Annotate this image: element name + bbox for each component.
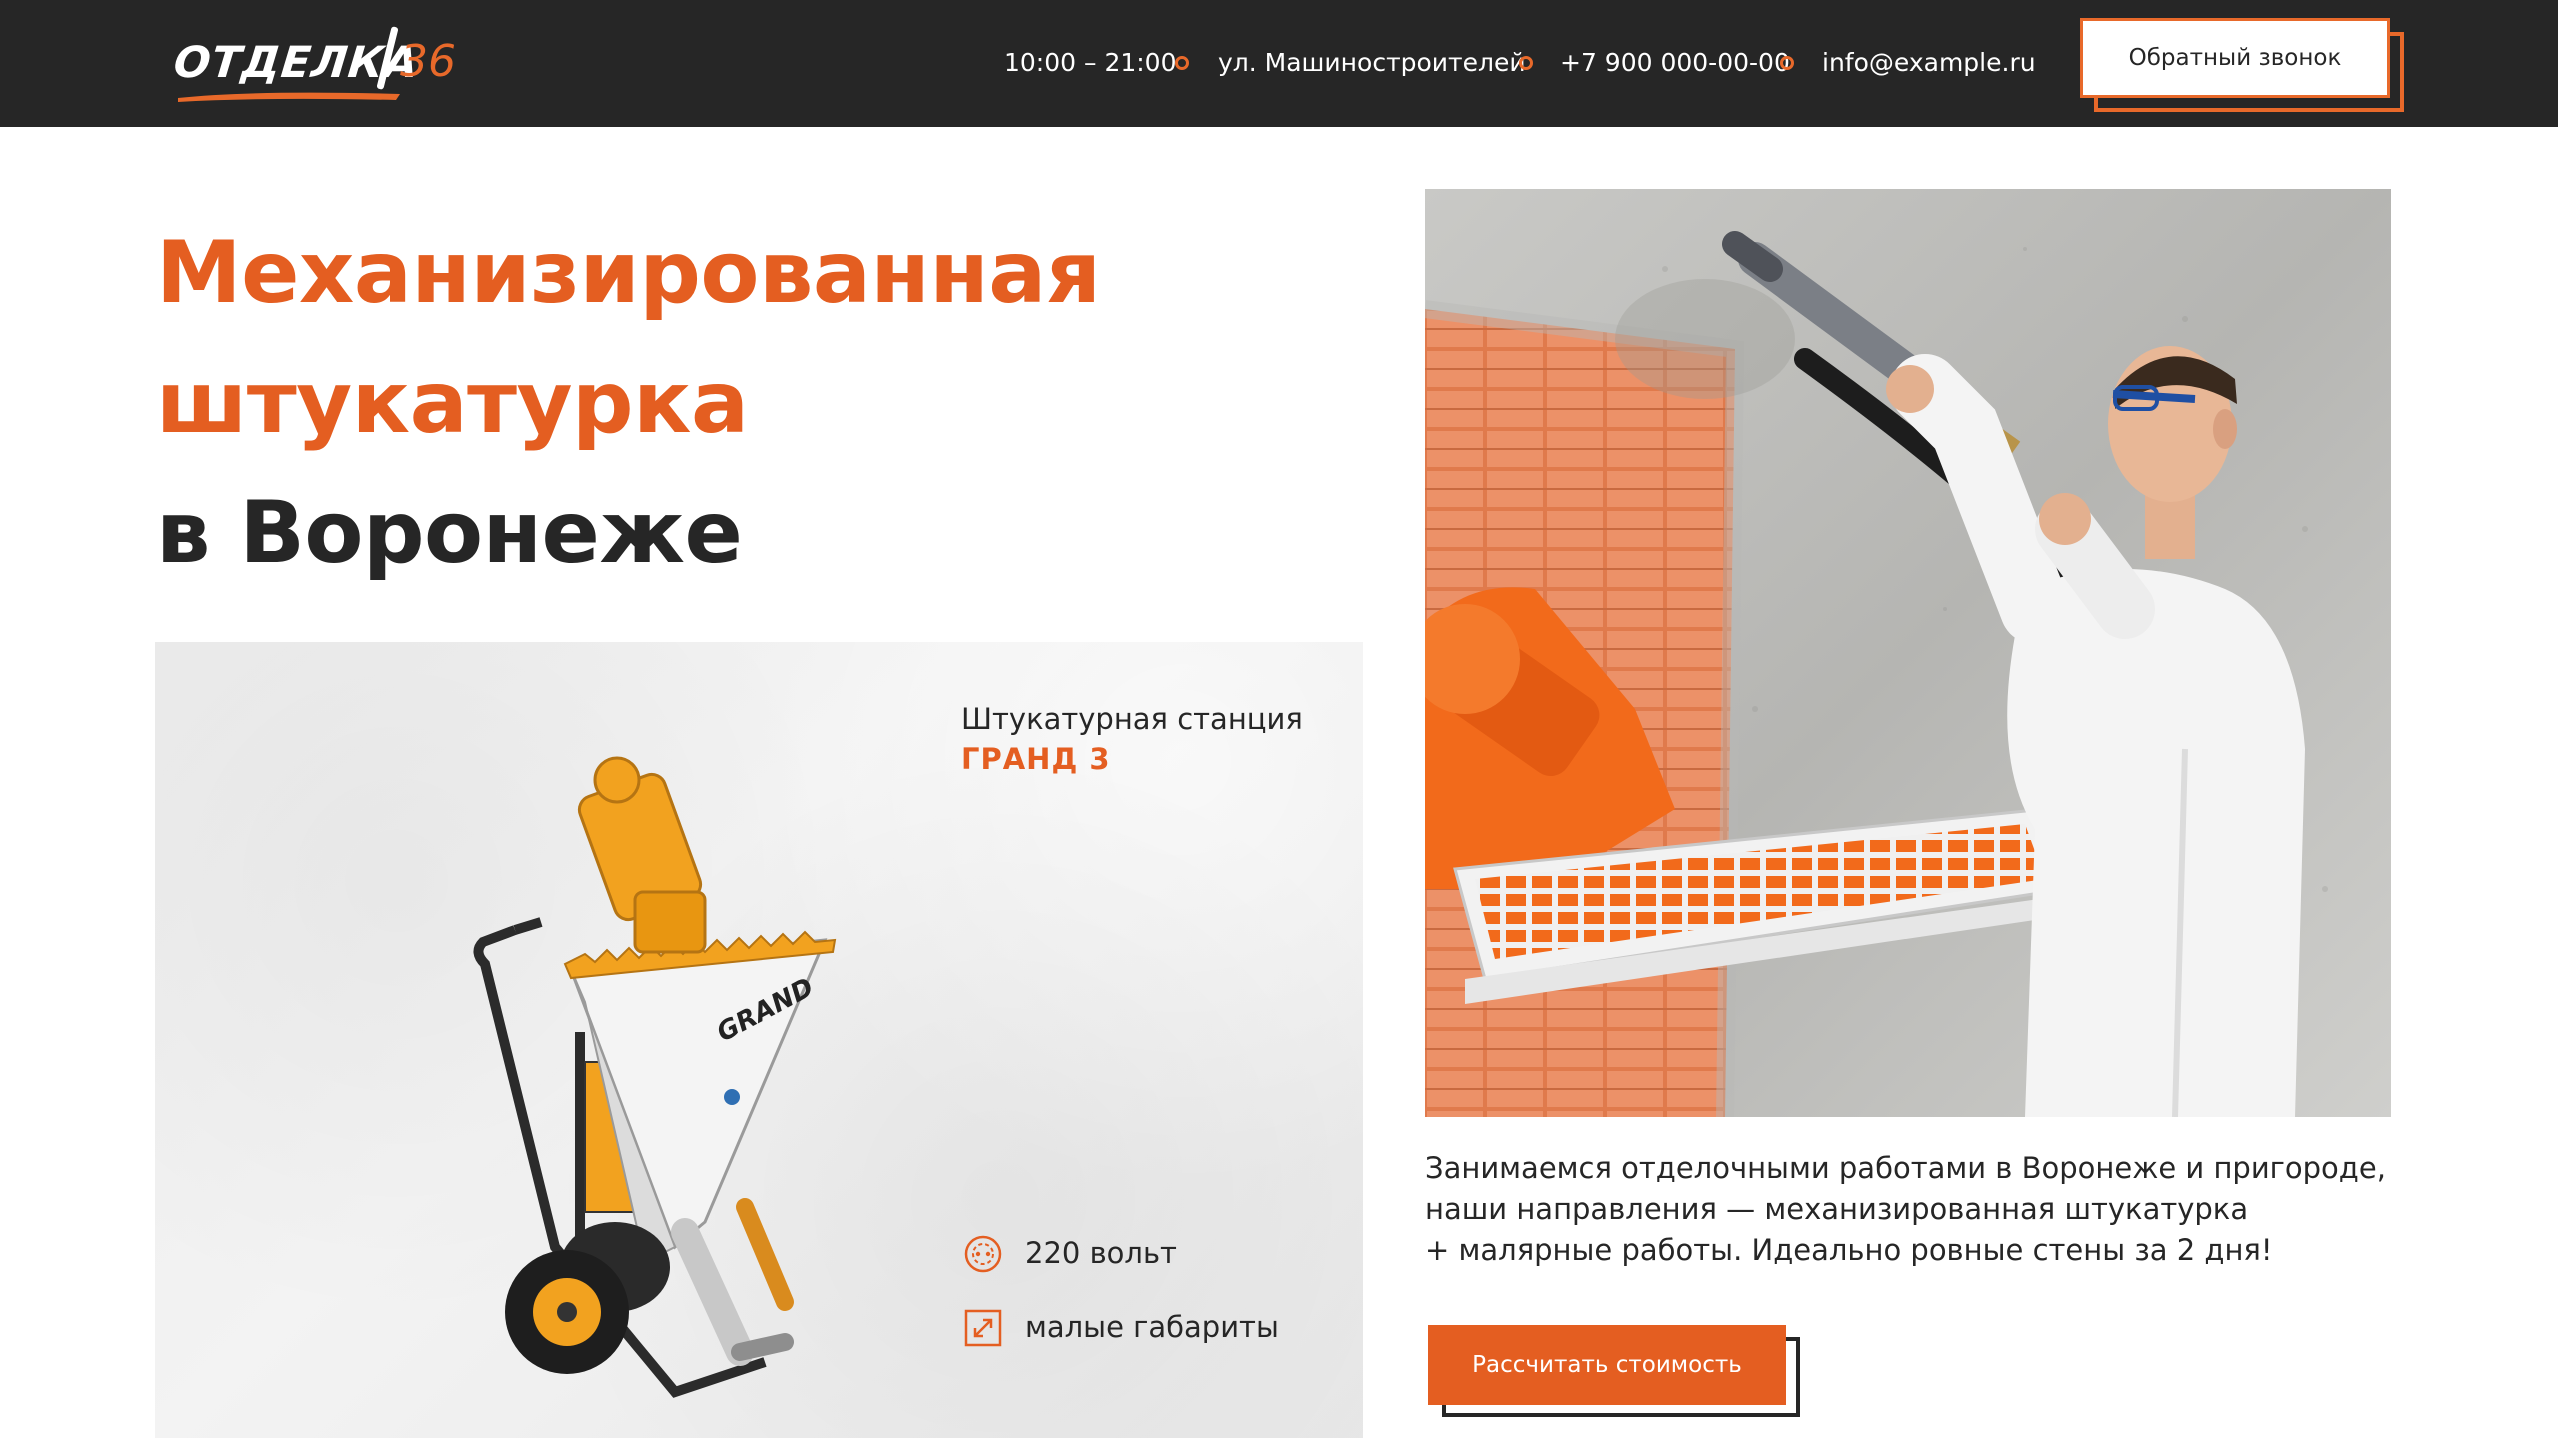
product-subtitle: Штукатурная станция — [961, 702, 1303, 736]
feature-voltage-label: 220 вольт — [1025, 1236, 1177, 1270]
site-logo[interactable]: ОТДЕЛКА 36 — [171, 26, 464, 110]
separator-dot-icon — [1175, 56, 1189, 70]
working-hours: 10:00 – 21:00 — [1004, 48, 1177, 77]
product-card: GRAND Штукатурная станция ГРАНД 3 220 во… — [155, 642, 1363, 1438]
resize-icon — [964, 1309, 1002, 1347]
feature-size-label: малые габариты — [1025, 1310, 1279, 1344]
product-model: ГРАНД 3 — [961, 742, 1111, 776]
callback-button-wrap: Обратный звонок — [2080, 18, 2405, 112]
feature-size: малые габариты — [963, 1306, 1279, 1350]
plastering-machine-image: GRAND — [473, 756, 837, 1398]
address-text: ул. Машиностроителей — [1218, 48, 1526, 77]
about-line-3: + малярные работы. Идеально ровные стены… — [1425, 1233, 2273, 1267]
logo-number: 36 — [400, 36, 456, 87]
page-title: Механизированная штукатурка в Воронеже — [156, 208, 1101, 598]
feature-voltage: 220 вольт — [963, 1232, 1177, 1276]
title-line-1: Механизированная — [156, 223, 1101, 323]
title-line-2: штукатурка — [156, 353, 749, 453]
callback-button[interactable]: Обратный звонок — [2080, 18, 2390, 98]
calculate-button-wrap: Рассчитать стоимость — [1428, 1325, 1800, 1417]
about-text: Занимаемся отделочными работами в Вороне… — [1425, 1148, 2425, 1271]
site-header: ОТДЕЛКА 36 10:00 – 21:00 ул. Машинострои… — [0, 0, 2558, 127]
phone-link[interactable]: +7 900 000-00-00 — [1560, 48, 1790, 78]
worker-plastering-photo — [1425, 189, 2391, 1117]
about-line-2: наши направления — механизированная штук… — [1425, 1192, 2249, 1226]
title-line-3: в Воронеже — [156, 483, 743, 583]
about-line-1: Занимаемся отделочными работами в Вороне… — [1425, 1151, 2386, 1185]
logo-swoosh-icon — [178, 92, 400, 102]
separator-dot-icon — [1780, 56, 1794, 70]
separator-dot-icon — [1519, 56, 1533, 70]
calculate-cost-button[interactable]: Рассчитать стоимость — [1428, 1325, 1786, 1405]
email-link[interactable]: info@example.ru — [1822, 48, 2036, 78]
socket-icon — [964, 1235, 1002, 1273]
